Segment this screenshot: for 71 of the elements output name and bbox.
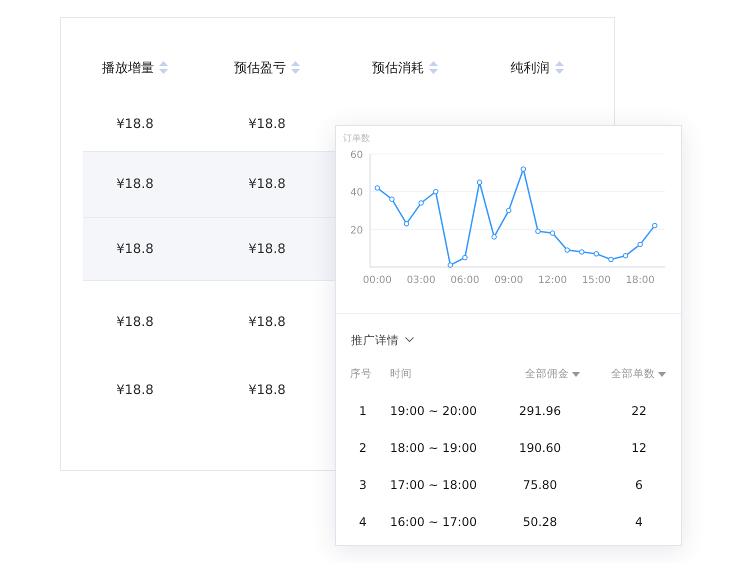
table-cell: 22 [631,404,647,418]
axis-label: 60 [350,150,363,161]
data-point [418,200,424,206]
table-cell: ¥18.8 [116,383,154,398]
series-title: 订单数 [342,132,371,144]
table-cell: 4 [359,514,367,528]
table-cell: 4 [635,514,643,528]
table-cell: ¥18.8 [116,116,154,132]
table-cell: ¥18.8 [248,116,286,132]
data-point [550,230,556,236]
axis-label: 40 [350,188,363,199]
table-cell: ¥18.8 [248,314,286,330]
sort-icon[interactable] [159,61,168,74]
data-point [594,251,600,257]
table-cell: 3 [359,478,367,492]
caret-icon[interactable] [658,372,666,376]
table-cell: ¥18.8 [116,314,154,330]
data-point [389,196,395,202]
data-point [506,208,512,214]
table-cell: 12 [631,440,647,454]
column-header: 序号 [350,367,372,381]
sort-icon[interactable] [554,61,564,74]
data-point [579,249,584,255]
table-cell: 19:00 ~ 20:00 [390,404,477,418]
axis-label: 12:00 [538,275,567,286]
table-cell: 190.60 [519,440,561,454]
axis-label: 00:00 [362,275,392,286]
data-point [520,166,526,172]
table-cell: 6 [635,478,643,492]
data-point [374,185,380,191]
data-point [448,262,454,268]
axis-label: 18:00 [626,275,655,286]
table-cell: 50.28 [522,514,558,528]
chevron-icon [405,337,414,343]
axis-label: 09:00 [494,275,524,286]
column-header[interactable]: 播放增量 [102,58,154,76]
table-cell: 291.96 [519,404,561,418]
table-cell: ¥18.8 [116,177,154,192]
column-header[interactable]: 预估消耗 [372,58,424,76]
section-dropdown[interactable]: 推广详情 [336,314,414,347]
axis-label: 15:00 [582,275,611,286]
table-cell: 17:00 ~ 18:00 [390,478,477,492]
data-point [652,222,658,228]
table-cell: ¥18.8 [116,242,154,256]
column-header: 时间 [390,367,412,381]
column-header[interactable]: 预估盈亏 [234,58,286,76]
data-point [491,234,497,240]
caret-icon[interactable] [572,372,580,376]
axis-label: 03:00 [406,275,436,286]
data-point [476,180,482,185]
data-point [535,228,541,234]
table-cell: ¥18.8 [248,242,286,256]
table-cell: ¥18.8 [248,383,286,398]
data-point [608,256,614,262]
table-cell: 2 [359,440,367,454]
table-cell: 16:00 ~ 17:00 [390,514,477,528]
sort-icon[interactable] [291,61,300,74]
table-cell: 1 [359,404,367,418]
data-point [433,188,438,194]
axis-label: 20 [350,225,363,236]
data-point [462,254,468,260]
table-cell: 75.80 [522,478,558,492]
data-point [404,220,410,226]
sort-icon[interactable] [429,61,438,74]
data-point [637,242,643,248]
table-cell: 18:00 ~ 19:00 [390,440,477,454]
data-point [622,253,628,258]
column-header[interactable]: 纯利润 [510,58,550,76]
axis-label: 06:00 [450,275,480,286]
data-point [564,247,570,253]
table-cell: ¥18.8 [248,177,286,192]
